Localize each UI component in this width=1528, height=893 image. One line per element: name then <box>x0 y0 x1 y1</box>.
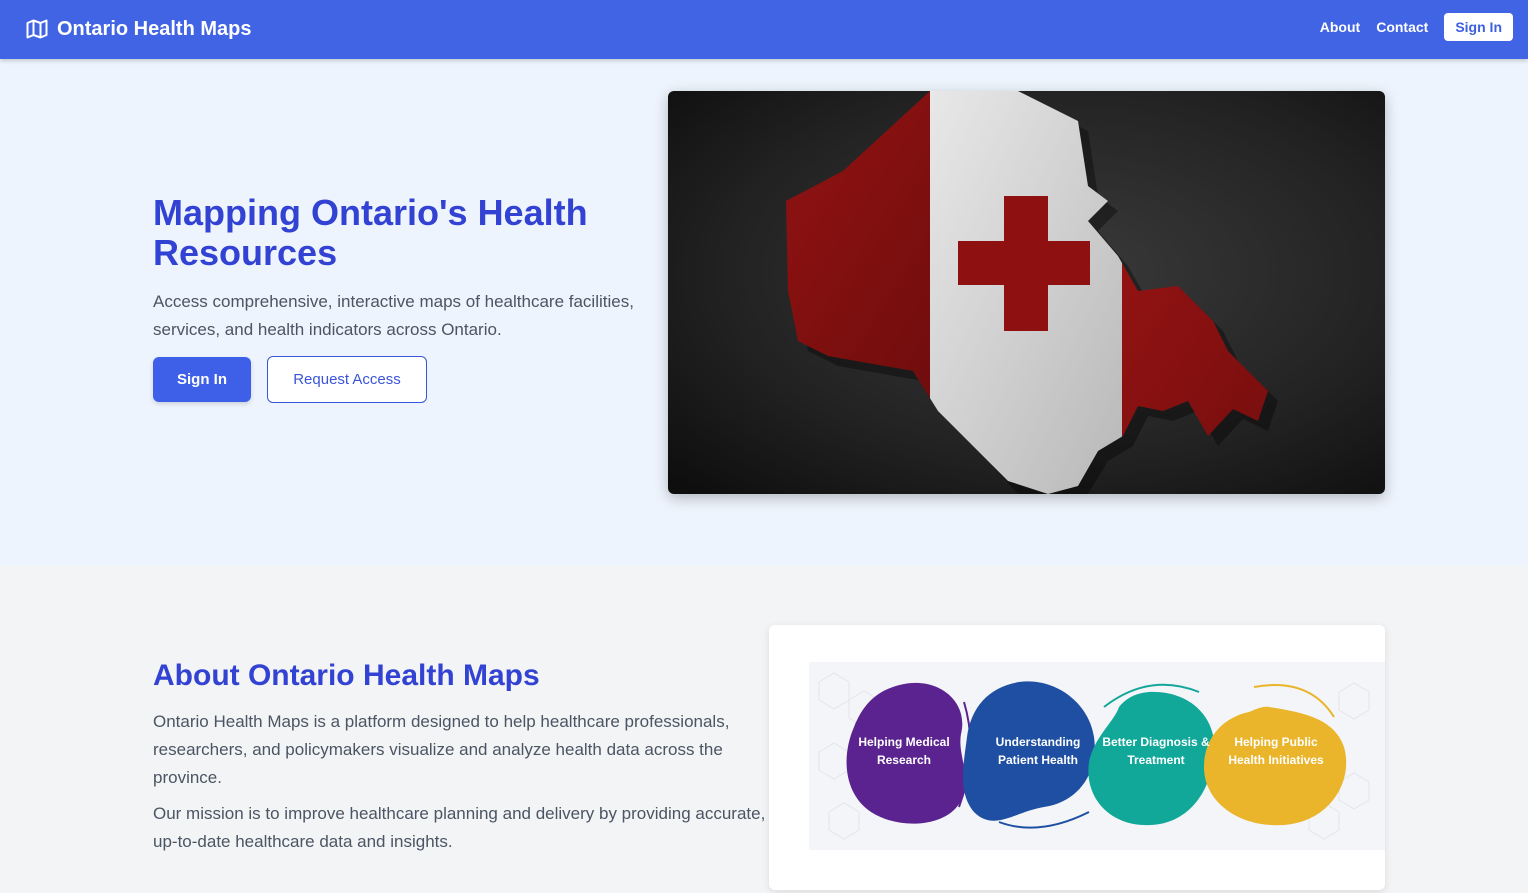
nav-link-about[interactable]: About <box>1320 19 1360 35</box>
bubble-label-1: Helping Medical Research <box>858 735 950 767</box>
bubble-label-4: Helping Public Health Initiatives <box>1228 735 1324 767</box>
ontario-flag-map-image <box>668 91 1385 494</box>
bubble-label-2: Understanding Patient Health <box>995 735 1081 767</box>
top-nav-bar: Ontario Health Maps About Contact Sign I… <box>0 0 1528 59</box>
hero-sign-in-button[interactable]: Sign In <box>153 357 251 402</box>
brand-logo[interactable]: Ontario Health Maps <box>26 15 251 43</box>
main-nav: About Contact Sign In <box>1320 13 1513 41</box>
about-infographic-card: Helping Medical Research Understanding P… <box>769 625 1385 890</box>
hero-section: Mapping Ontario's Health Resources Acces… <box>0 59 1528 566</box>
nav-link-contact[interactable]: Contact <box>1376 19 1428 35</box>
about-paragraph-1: Ontario Health Maps is a platform design… <box>153 712 730 787</box>
health-infographic-image: Helping Medical Research Understanding P… <box>809 662 1385 850</box>
hero-title: Mapping Ontario's Health Resources <box>153 192 588 273</box>
brand-name: Ontario Health Maps <box>57 17 252 40</box>
about-paragraph-2: Our mission is to improve healthcare pla… <box>153 804 766 851</box>
header-sign-in-button[interactable]: Sign In <box>1444 13 1513 41</box>
request-access-button[interactable]: Request Access <box>267 356 427 403</box>
bubble-label-3: Better Diagnosis & Treatment <box>1102 735 1210 767</box>
hero-description: Access comprehensive, interactive maps o… <box>153 292 634 339</box>
map-icon <box>26 19 48 39</box>
about-title: About Ontario Health Maps <box>153 659 540 692</box>
